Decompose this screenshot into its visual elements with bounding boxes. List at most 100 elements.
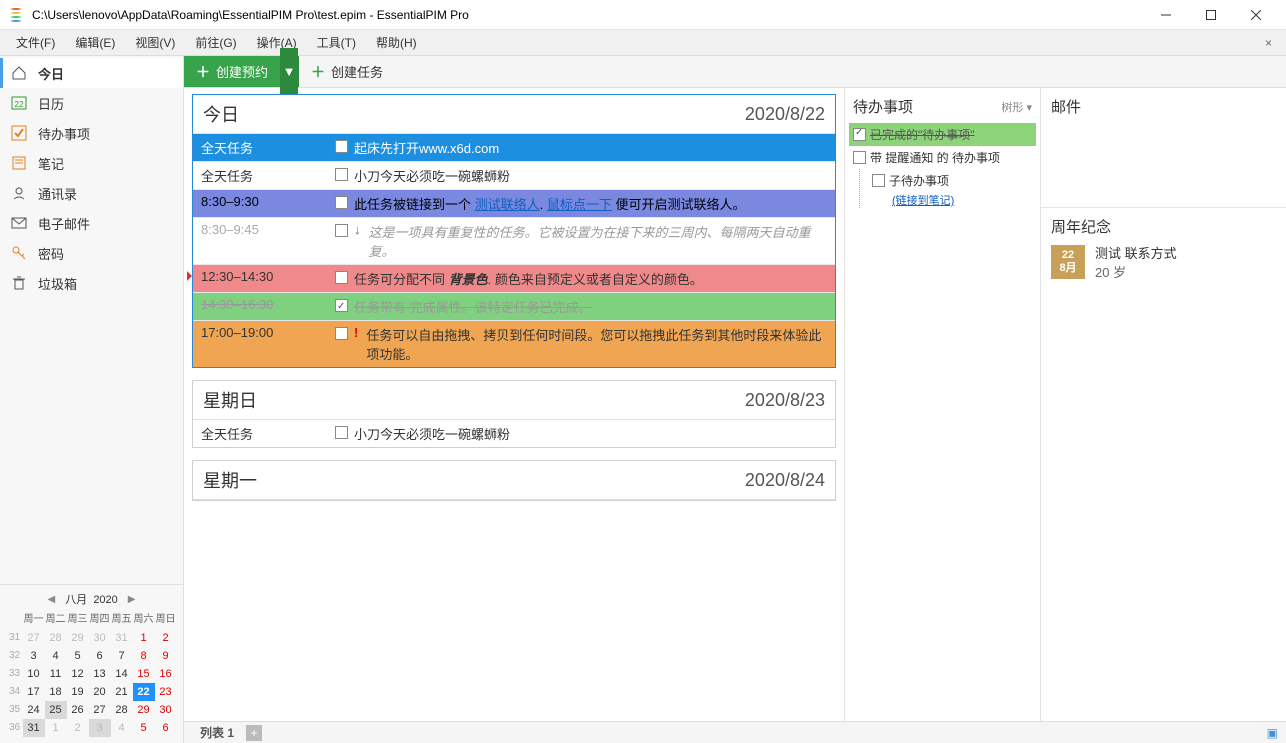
day-block: 星期一2020/8/24	[192, 460, 836, 501]
cal-day[interactable]: 21	[111, 683, 133, 701]
event-checkbox[interactable]	[335, 140, 348, 153]
cal-day[interactable]: 11	[45, 665, 67, 683]
nav-item-trash[interactable]: 垃圾箱	[0, 268, 183, 298]
cal-day[interactable]: 27	[89, 701, 111, 719]
cal-prev-icon[interactable]: ◀	[43, 594, 59, 605]
nav-item-contacts[interactable]: 通讯录	[0, 178, 183, 208]
event-checkbox[interactable]	[335, 271, 348, 284]
cal-day[interactable]: 6	[155, 719, 177, 737]
anniversary-age: 20 岁	[1095, 262, 1177, 281]
cal-day[interactable]: 28	[45, 629, 67, 647]
menu-item[interactable]: 编辑(E)	[65, 34, 125, 51]
cal-day[interactable]: 24	[23, 701, 45, 719]
cal-next-icon[interactable]: ▶	[124, 594, 140, 605]
footer-tab[interactable]: 列表 1	[192, 724, 242, 741]
event-checkbox[interactable]	[335, 196, 348, 209]
cal-day[interactable]: 5	[133, 719, 155, 737]
cal-day[interactable]: 28	[111, 701, 133, 719]
cal-day[interactable]: 4	[111, 719, 133, 737]
cal-day[interactable]: 27	[23, 629, 45, 647]
cal-day[interactable]: 16	[155, 665, 177, 683]
event-checkbox[interactable]	[335, 327, 348, 340]
cal-day[interactable]: 4	[45, 647, 67, 665]
cal-day[interactable]: 26	[67, 701, 89, 719]
nav-item-note[interactable]: 笔记	[0, 148, 183, 178]
cal-day[interactable]: 30	[155, 701, 177, 719]
cal-day[interactable]: 14	[111, 665, 133, 683]
cal-day[interactable]: 7	[111, 647, 133, 665]
nav-item-key[interactable]: 密码	[0, 238, 183, 268]
cal-day[interactable]: 5	[67, 647, 89, 665]
cal-day[interactable]: 6	[89, 647, 111, 665]
cal-day[interactable]: 1	[133, 629, 155, 647]
event-row[interactable]: 8:30–9:30此任务被链接到一个 测试联络人. 鼠标点一下 便可开启测试联络…	[193, 190, 835, 218]
menu-item[interactable]: 文件(F)	[6, 34, 65, 51]
event-row[interactable]: 12:30–14:30任务可分配不同 背景色. 颜色来自预定义或者自定义的颜色。	[193, 265, 835, 293]
todo-note-link[interactable]: (链接到笔记)	[892, 195, 954, 207]
cal-day[interactable]: 30	[89, 629, 111, 647]
cal-day[interactable]: 3	[89, 719, 111, 737]
nav-item-check[interactable]: 待办事项	[0, 118, 183, 148]
plus-icon: ＋	[311, 65, 325, 79]
event-row[interactable]: 14:30–16:30任务带有 完成属性。该特定任务已完成。	[193, 293, 835, 321]
cal-day[interactable]: 19	[67, 683, 89, 701]
cal-day[interactable]: 20	[89, 683, 111, 701]
tray-monitor-icon[interactable]: ▣	[1267, 726, 1278, 740]
anniversary-item[interactable]: 228月 测试 联系方式 20 岁	[1051, 243, 1276, 281]
todo-view-mode[interactable]: 树形 ▾	[1001, 99, 1032, 115]
menu-item[interactable]: 工具(T)	[307, 34, 366, 51]
event-row[interactable]: 全天任务小刀今天必须吃一碗螺蛳粉	[193, 420, 835, 447]
event-checkbox[interactable]	[335, 299, 348, 312]
menu-item[interactable]: 帮助(H)	[366, 34, 427, 51]
todo-checkbox[interactable]	[872, 174, 885, 187]
cal-day[interactable]: 29	[67, 629, 89, 647]
nav-item-calendar-22[interactable]: 22 日历	[0, 88, 183, 118]
minimize-button[interactable]	[1143, 0, 1188, 30]
nav-label: 日历	[38, 94, 64, 113]
cal-day[interactable]: 1	[45, 719, 67, 737]
plus-icon: ＋	[196, 65, 210, 79]
cal-day[interactable]: 2	[155, 629, 177, 647]
event-row[interactable]: 17:00–19:00!任务可以自由拖拽、拷贝到任何时间段。您可以拖拽此任务到其…	[193, 321, 835, 367]
trash-icon	[10, 274, 28, 292]
menubar-close-icon[interactable]: ×	[1257, 36, 1280, 50]
cal-day[interactable]: 23	[155, 683, 177, 701]
event-checkbox[interactable]	[335, 168, 348, 181]
cal-day[interactable]: 25	[45, 701, 67, 719]
cal-day[interactable]: 2	[67, 719, 89, 737]
todo-checkbox[interactable]	[853, 151, 866, 164]
cal-day[interactable]: 3	[23, 647, 45, 665]
cal-day[interactable]: 12	[67, 665, 89, 683]
cal-day[interactable]: 18	[45, 683, 67, 701]
add-tab-button[interactable]: +	[246, 725, 262, 741]
cal-day[interactable]: 31	[111, 629, 133, 647]
close-button[interactable]	[1233, 0, 1278, 30]
cal-day[interactable]: 15	[133, 665, 155, 683]
nav-item-mail[interactable]: 电子邮件	[0, 208, 183, 238]
create-appointment-button[interactable]: ＋ 创建预约 ▼	[184, 56, 299, 87]
cal-day[interactable]: 13	[89, 665, 111, 683]
cal-day[interactable]: 17	[23, 683, 45, 701]
create-task-button[interactable]: ＋ 创建任务	[299, 56, 395, 87]
event-checkbox[interactable]	[335, 426, 348, 439]
cal-day[interactable]: 8	[133, 647, 155, 665]
menu-item[interactable]: 视图(V)	[125, 34, 185, 51]
cal-day[interactable]: 9	[155, 647, 177, 665]
event-checkbox[interactable]	[335, 224, 348, 237]
svg-text:22: 22	[15, 100, 24, 109]
cal-day[interactable]: 29	[133, 701, 155, 719]
menu-item[interactable]: 前往(G)	[185, 34, 246, 51]
event-row[interactable]: 全天任务起床先打开www.x6d.com	[193, 134, 835, 162]
todo-subitem[interactable]: 子待办事项	[868, 169, 1036, 192]
cal-day[interactable]: 31	[23, 719, 45, 737]
todo-item[interactable]: 带 提醒通知 的 待办事项	[849, 146, 1036, 169]
event-row[interactable]: 全天任务小刀今天必须吃一碗螺蛳粉	[193, 162, 835, 190]
cal-day[interactable]: 22	[133, 683, 155, 701]
tray-icons: ▣	[1267, 726, 1278, 740]
todo-checkbox[interactable]	[853, 128, 866, 141]
event-row[interactable]: 8:30–9:45↓这是一项具有重复性的任务。它被设置为在接下来的三周内、每隔两…	[193, 218, 835, 265]
nav-item-home[interactable]: 今日	[0, 58, 183, 88]
maximize-button[interactable]	[1188, 0, 1233, 30]
todo-item[interactable]: 已完成的"待办事项"	[849, 123, 1036, 146]
cal-day[interactable]: 10	[23, 665, 45, 683]
